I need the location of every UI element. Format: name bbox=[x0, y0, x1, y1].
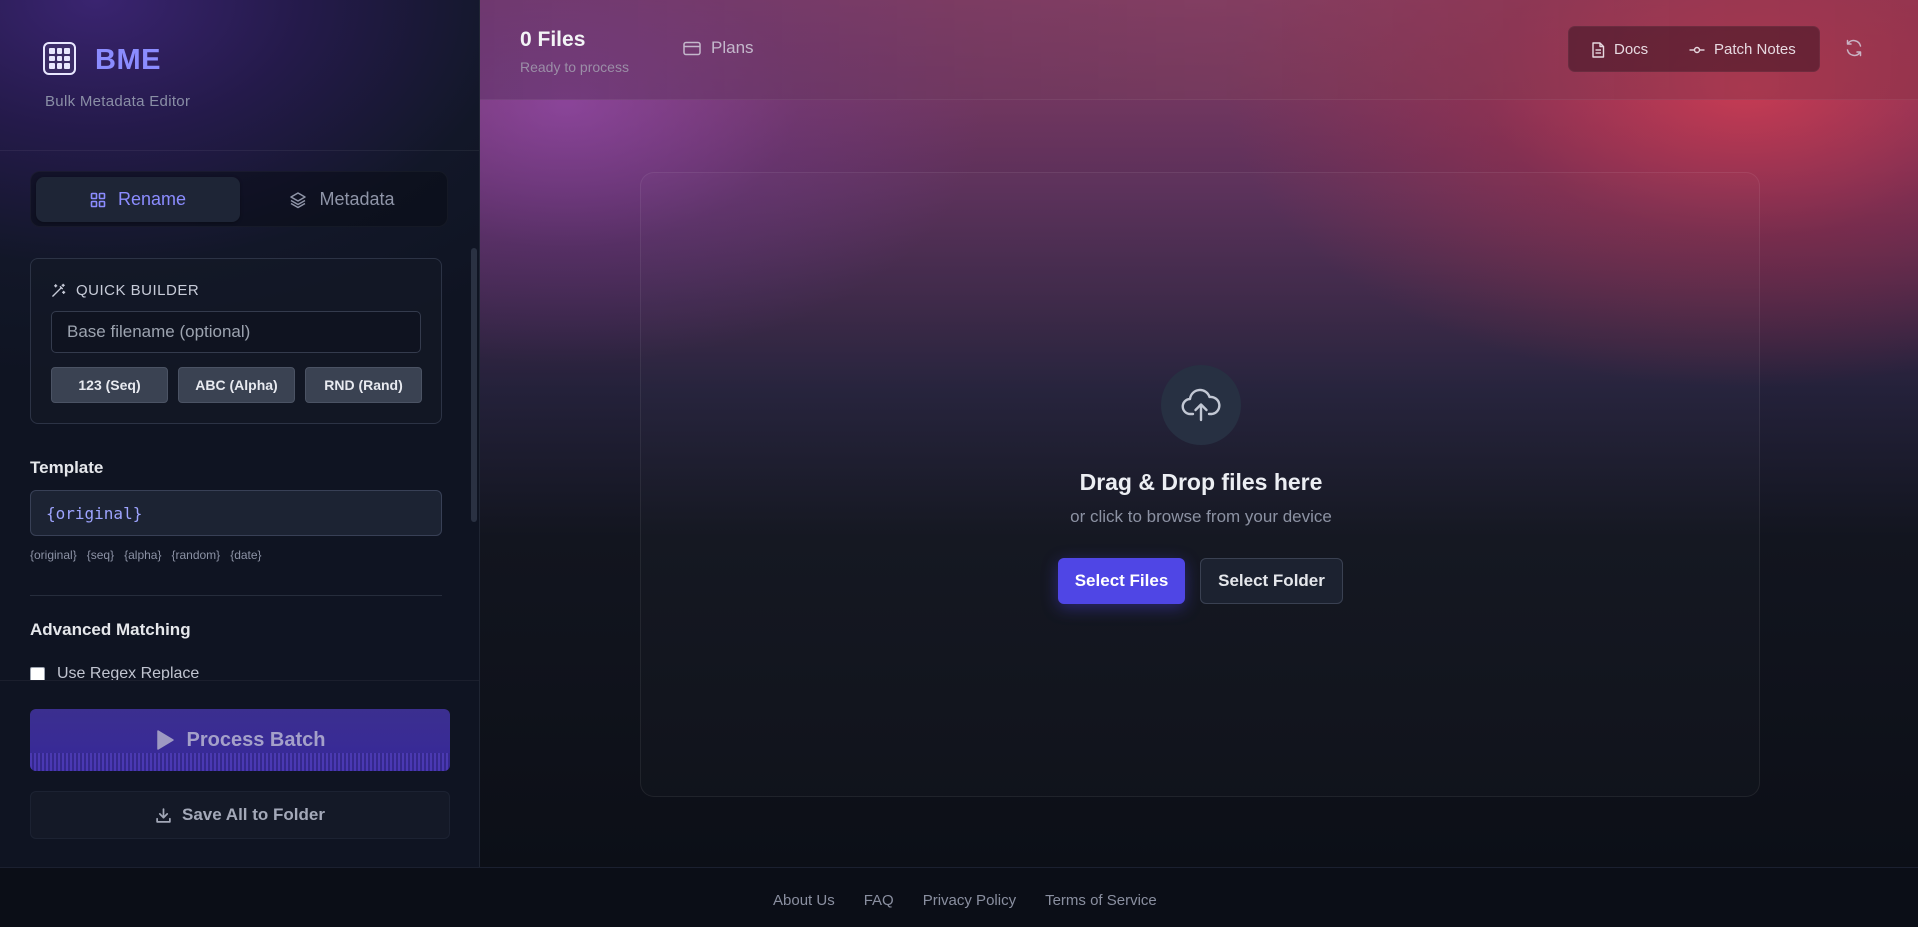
top-bar: 0 Files Ready to process Plans Docs Patc… bbox=[480, 0, 1918, 100]
upload-button[interactable] bbox=[1161, 365, 1241, 445]
token-seq[interactable]: {seq} bbox=[87, 548, 114, 562]
process-batch-label: Process Batch bbox=[186, 728, 326, 751]
play-icon bbox=[155, 729, 175, 751]
brand-subtitle: Bulk Metadata Editor bbox=[45, 93, 191, 110]
brand-name: BME bbox=[95, 44, 161, 76]
token-alpha[interactable]: {alpha} bbox=[124, 548, 161, 562]
tab-metadata-label: Metadata bbox=[319, 189, 395, 209]
docs-label: Docs bbox=[1614, 41, 1649, 58]
template-input[interactable] bbox=[30, 490, 442, 536]
refresh-icon bbox=[1844, 38, 1866, 58]
regex-label: Use Regex Replace bbox=[57, 665, 200, 680]
tab-rename-label: Rename bbox=[117, 189, 187, 209]
sidebar-scrollbar[interactable] bbox=[471, 248, 477, 522]
refresh-button[interactable] bbox=[1844, 38, 1866, 60]
quick-builder-panel: QUICK BUILDER 123 (Seq) ABC (Alpha) RND … bbox=[30, 258, 442, 424]
files-count: 0 Files bbox=[520, 28, 586, 51]
quick-builder-title: QUICK BUILDER bbox=[76, 282, 200, 299]
divider bbox=[0, 150, 479, 151]
token-original[interactable]: {original} bbox=[30, 548, 77, 562]
download-icon bbox=[155, 807, 172, 824]
divider bbox=[30, 595, 442, 596]
dropzone-title: Drag & Drop files here bbox=[1079, 469, 1323, 495]
button-texture bbox=[30, 753, 450, 771]
quick-builder-header: QUICK BUILDER bbox=[51, 282, 199, 299]
plans-link[interactable]: Plans bbox=[683, 38, 754, 58]
magic-wand-icon bbox=[51, 283, 66, 298]
commit-icon bbox=[1689, 45, 1705, 55]
base-filename-input[interactable] bbox=[51, 311, 421, 353]
plans-label: Plans bbox=[711, 38, 754, 57]
faq-link[interactable]: FAQ bbox=[864, 892, 894, 909]
tab-rename[interactable]: Rename bbox=[36, 177, 240, 222]
patch-notes-link[interactable]: Patch Notes bbox=[1689, 41, 1796, 58]
cloud-upload-icon bbox=[1181, 387, 1221, 423]
footer: About Us FAQ Privacy Policy Terms of Ser… bbox=[0, 867, 1918, 927]
mode-toggle: Rename Metadata bbox=[30, 171, 448, 227]
status-text: Ready to process bbox=[520, 59, 629, 75]
template-tokens: {original} {seq} {alpha} {random} {date} bbox=[30, 548, 262, 562]
terms-of-service-link[interactable]: Terms of Service bbox=[1045, 892, 1157, 909]
layers-icon bbox=[289, 191, 307, 209]
save-all-button[interactable]: Save All to Folder bbox=[30, 791, 450, 839]
dropzone-subtitle: or click to browse from your device bbox=[1070, 507, 1332, 526]
alpha-button[interactable]: ABC (Alpha) bbox=[178, 367, 295, 403]
seq-button[interactable]: 123 (Seq) bbox=[51, 367, 168, 403]
grid-icon bbox=[43, 42, 76, 75]
sidebar-actions: Process Batch Save All to Folder bbox=[0, 680, 479, 867]
file-icon bbox=[1591, 41, 1605, 58]
advanced-matching-label: Advanced Matching bbox=[30, 620, 191, 639]
top-links: Docs Patch Notes bbox=[1568, 26, 1820, 72]
privacy-policy-link[interactable]: Privacy Policy bbox=[923, 892, 1016, 909]
app-root: BME Bulk Metadata Editor Rename Metadata… bbox=[0, 0, 1918, 927]
select-files-button[interactable]: Select Files bbox=[1058, 558, 1185, 604]
grid-icon bbox=[90, 192, 106, 208]
credit-card-icon bbox=[683, 41, 701, 56]
token-date[interactable]: {date} bbox=[230, 548, 261, 562]
process-batch-button[interactable]: Process Batch bbox=[30, 709, 450, 771]
footer-links: About Us FAQ Privacy Policy Terms of Ser… bbox=[773, 892, 1157, 909]
select-folder-button[interactable]: Select Folder bbox=[1200, 558, 1343, 604]
regex-checkbox[interactable] bbox=[30, 666, 45, 680]
file-dropzone[interactable]: Drag & Drop files here or click to brows… bbox=[640, 172, 1760, 797]
sidebar-scroll-area[interactable]: QUICK BUILDER 123 (Seq) ABC (Alpha) RND … bbox=[0, 245, 479, 680]
save-all-label: Save All to Folder bbox=[182, 805, 325, 824]
token-random[interactable]: {random} bbox=[171, 548, 220, 562]
regex-option[interactable]: Use Regex Replace bbox=[30, 665, 199, 680]
tab-metadata[interactable]: Metadata bbox=[240, 177, 444, 222]
random-button[interactable]: RND (Rand) bbox=[305, 367, 422, 403]
docs-link[interactable]: Docs bbox=[1591, 41, 1648, 58]
about-us-link[interactable]: About Us bbox=[773, 892, 835, 909]
patch-notes-label: Patch Notes bbox=[1714, 41, 1796, 58]
sidebar: BME Bulk Metadata Editor Rename Metadata… bbox=[0, 0, 480, 867]
template-label: Template bbox=[30, 458, 104, 477]
main-area: 0 Files Ready to process Plans Docs Patc… bbox=[480, 0, 1918, 867]
